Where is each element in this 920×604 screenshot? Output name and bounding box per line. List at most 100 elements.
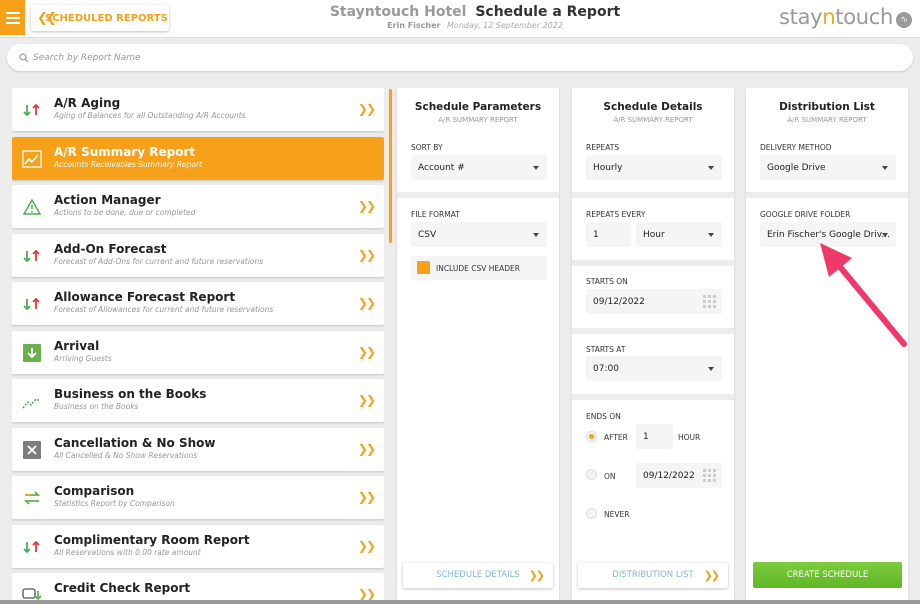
- double-chevron-right-icon: ❯❯: [357, 199, 376, 213]
- top-bar: ❮❮ SCHEDULED REPORTS Stayntouch Hotel Sc…: [0, 0, 920, 38]
- report-subtitle: Business on the Books: [54, 402, 139, 411]
- report-list-item[interactable]: A/R Summary Report Accounts Receivables S…: [12, 136, 384, 180]
- double-chevron-right-icon: ❯❯: [357, 490, 376, 504]
- business-date: Monday, 12 September 2022: [447, 21, 563, 30]
- report-title: Arrival: [54, 338, 100, 353]
- repeats-every-unit-select[interactable]: Hour: [636, 222, 722, 247]
- logo-wave-icon: ∿: [896, 12, 913, 28]
- search-bar: [7, 44, 913, 71]
- double-chevron-right-icon: ❯❯: [357, 296, 376, 310]
- calendar-icon[interactable]: [703, 295, 716, 308]
- report-list-item[interactable]: Comparison Statistics Report by Compariso…: [12, 476, 384, 519]
- panel-subtitle: A/R SUMMARY REPORT: [787, 116, 867, 124]
- report-list-item[interactable]: Business on the Books Business on the Boo…: [12, 379, 384, 422]
- schedule-parameters-panel: Schedule Parameters A/R SUMMARY REPORT S…: [397, 88, 559, 600]
- csv-header-label: INCLUDE CSV HEADER: [436, 264, 520, 273]
- report-list: A/R Aging Aging of Balances for all Outst…: [12, 88, 384, 604]
- delivery-method-label: DELIVERY METHOD: [760, 143, 832, 152]
- report-title: Business on the Books: [54, 387, 207, 401]
- double-chevron-right-icon: ❯❯: [357, 441, 376, 456]
- include-csv-header-toggle[interactable]: INCLUDE CSV HEADER: [411, 256, 547, 280]
- ends-after-radio[interactable]: [586, 431, 597, 442]
- arrival-icon: [22, 343, 42, 363]
- ends-on-radio[interactable]: [586, 469, 597, 480]
- section-divider: [572, 328, 734, 334]
- starts-on-label: STARTS ON: [586, 277, 628, 286]
- back-to-scheduled-reports-button[interactable]: ❮❮ SCHEDULED REPORTS: [31, 5, 169, 31]
- report-title: A/R Summary Report: [54, 144, 196, 159]
- report-subtitle: Actions to be done, due or completed: [54, 208, 196, 217]
- distribution-list-panel: Distribution List A/R SUMMARY REPORT DEL…: [746, 88, 908, 600]
- search-input[interactable]: [33, 52, 893, 63]
- repeats-select[interactable]: Hourly: [586, 155, 722, 180]
- section-divider: [572, 192, 734, 198]
- repeats-every-input[interactable]: 1: [586, 222, 631, 247]
- report-subtitle: Aging of Balances for all Outstanding A/…: [54, 111, 246, 120]
- panel-title: Schedule Parameters: [414, 101, 542, 113]
- stayntouch-logo: stayntouch ∿: [779, 5, 913, 29]
- create-schedule-button[interactable]: CREATE SCHEDULE: [753, 562, 902, 588]
- report-subtitle: All Cancelled & No Show Reservations: [54, 450, 198, 460]
- delivery-method-select[interactable]: Google Drive: [760, 155, 896, 180]
- file-format-select[interactable]: CSV: [411, 222, 547, 247]
- report-list-item[interactable]: Complimentary Room Report All Reservation…: [12, 524, 384, 568]
- cancel-icon: [22, 440, 42, 460]
- schedule-details-button[interactable]: SCHEDULE DETAILS ❯❯: [403, 563, 553, 588]
- double-chevron-right-icon: ❯❯: [357, 587, 376, 601]
- report-list-item[interactable]: Allowance Forecast Report Forecast of All…: [12, 282, 384, 325]
- panel-title: Distribution List: [779, 101, 875, 113]
- report-subtitle: Accounts Receivables Summary Report: [54, 159, 202, 169]
- calendar-icon[interactable]: [703, 469, 716, 482]
- double-chevron-right-icon: ❯❯: [528, 569, 546, 582]
- hamburger-menu-icon[interactable]: [0, 0, 25, 35]
- report-list-item[interactable]: Add-On Forecast Forecast of Add-Ons for c…: [12, 233, 384, 277]
- report-list-item[interactable]: Arrival Arriving Guests ❯❯: [12, 330, 384, 374]
- report-title: Comparison: [54, 484, 135, 498]
- search-icon: [19, 52, 29, 62]
- repeats-label: REPEATS: [586, 143, 620, 152]
- starts-on-date-field[interactable]: 09/12/2022: [586, 289, 722, 314]
- report-list-item[interactable]: Action Manager Actions to be done, due or…: [12, 185, 384, 228]
- distribution-list-button[interactable]: DISTRIBUTION LIST ❯❯: [578, 563, 728, 588]
- report-subtitle: Forecast of Allowances for current and f…: [54, 305, 274, 314]
- ends-on-date-label: ON: [604, 472, 616, 481]
- report-title: Cancellation & No Show: [54, 435, 216, 450]
- report-title: Add-On Forecast: [54, 241, 167, 256]
- report-list-item[interactable]: Cancellation & No Show All Cancelled & No…: [12, 427, 384, 471]
- chart-line-icon: [22, 149, 42, 169]
- repeats-every-label: REPEATS EVERY: [586, 210, 646, 219]
- header-title-block: Stayntouch Hotel Schedule a Report Erin …: [300, 4, 650, 30]
- panel-subtitle: A/R SUMMARY REPORT: [613, 116, 693, 124]
- report-title: A/R Aging: [54, 96, 121, 110]
- double-chevron-right-icon: ❯❯: [703, 569, 721, 582]
- ends-after-label: AFTER: [604, 433, 628, 442]
- file-format-label: FILE FORMAT: [411, 210, 460, 219]
- trend-icon: [22, 391, 42, 411]
- caret-down-icon: [708, 166, 714, 170]
- report-title: Complimentary Room Report: [54, 532, 250, 547]
- report-subtitle: Statistics Report by Comparison: [54, 499, 175, 508]
- caret-down-icon: [708, 367, 714, 371]
- report-title: Credit Check Report: [54, 581, 191, 595]
- report-list-item[interactable]: A/R Aging Aging of Balances for all Outst…: [12, 88, 384, 131]
- sort-by-select[interactable]: Account #: [411, 155, 547, 180]
- arrows-up-down-icon: [22, 294, 42, 314]
- section-divider: [746, 192, 908, 198]
- compare-icon: [22, 488, 42, 508]
- google-drive-folder-select[interactable]: Erin Fischer's Google Driv...: [760, 222, 896, 247]
- schedule-details-panel: Schedule Details A/R SUMMARY REPORT REPE…: [572, 88, 734, 600]
- report-list-scrollbar[interactable]: [389, 89, 392, 243]
- report-subtitle: Forecast of Add-Ons for current and futu…: [54, 256, 264, 266]
- starts-at-select[interactable]: 07:00: [586, 356, 722, 381]
- sort-by-label: SORT BY: [411, 143, 443, 152]
- bottom-edge: [0, 600, 920, 604]
- double-chevron-right-icon: ❯❯: [357, 538, 376, 553]
- csv-header-checkbox[interactable]: [417, 261, 430, 274]
- ends-after-count-input[interactable]: 1: [636, 424, 673, 449]
- hotel-name: Stayntouch Hotel: [329, 4, 467, 20]
- ends-on-date-field[interactable]: 09/12/2022: [636, 463, 722, 488]
- panel-subtitle: A/R SUMMARY REPORT: [438, 116, 518, 124]
- back-button-label: SCHEDULED REPORTS: [45, 12, 168, 24]
- ends-never-radio[interactable]: [586, 508, 597, 519]
- starts-at-label: STARTS AT: [586, 345, 626, 354]
